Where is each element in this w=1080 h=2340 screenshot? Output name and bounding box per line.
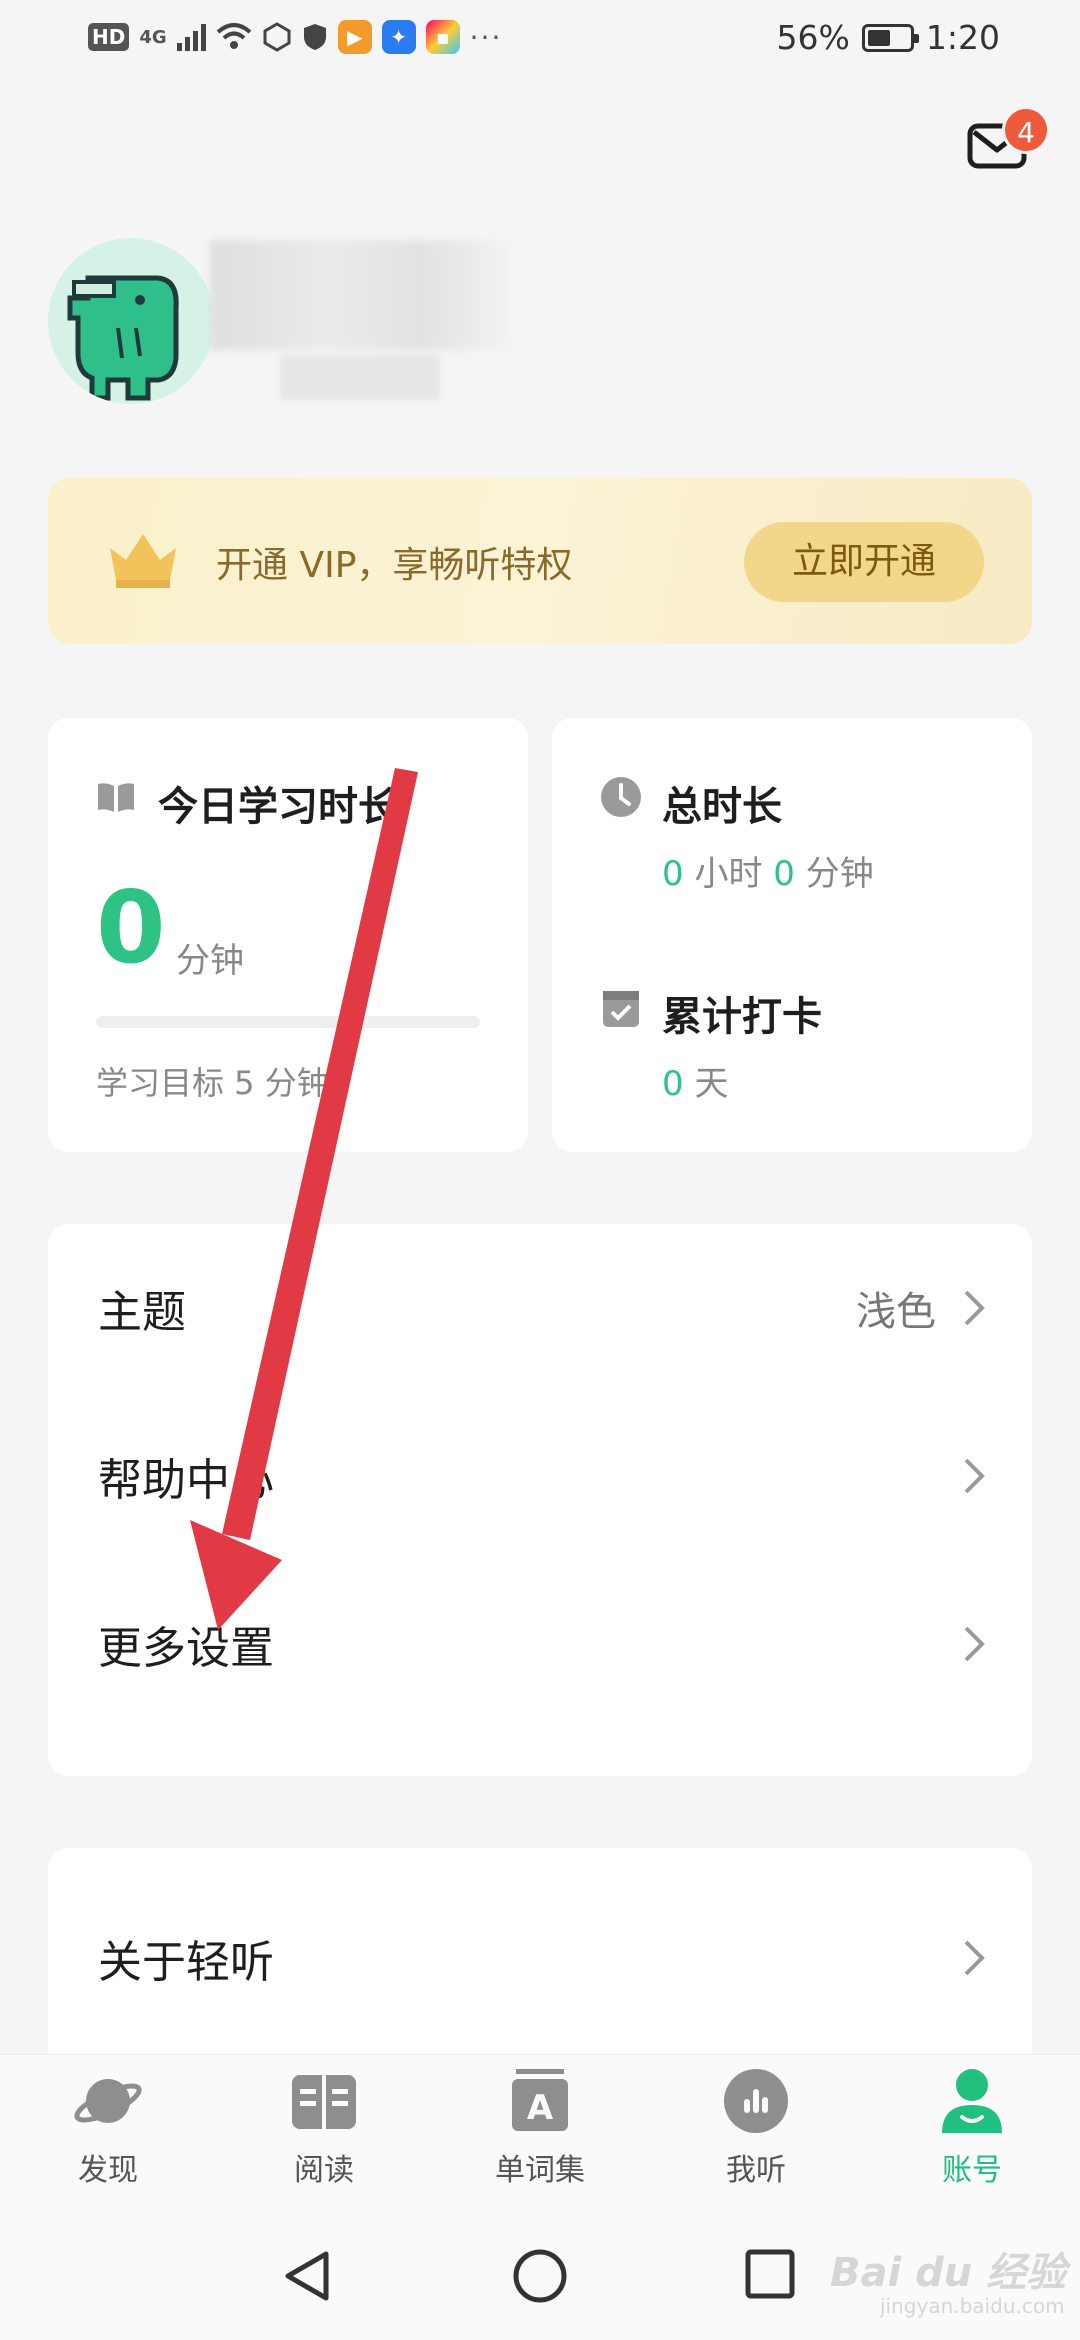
tab-my-listening[interactable]: 我听 bbox=[676, 2065, 836, 2189]
study-goal-text: 学习目标 5 分钟 bbox=[96, 1064, 329, 1102]
account-icon bbox=[942, 2069, 1002, 2133]
svg-text:A: A bbox=[527, 2088, 554, 2128]
total-stats-card[interactable]: 总时长 0 小时 0 分钟 累计打卡 0 天 bbox=[552, 718, 1032, 1152]
more-settings-label: 更多设置 bbox=[98, 1623, 274, 1674]
hours-unit: 小时 bbox=[694, 854, 763, 894]
status-bar: HD 4G ▶ ✦ ▪ ··· 56% 1:20 bbox=[0, 0, 1080, 90]
menu-item-about[interactable]: 关于轻听 bbox=[48, 1874, 1032, 2042]
battery-percent: 56% bbox=[776, 18, 850, 57]
crown-icon bbox=[110, 534, 176, 588]
baidu-watermark-url: jingyan.baidu.com bbox=[880, 2294, 1065, 2318]
checkin-unit: 天 bbox=[694, 1064, 729, 1104]
theme-label: 主题 bbox=[98, 1287, 186, 1338]
tab-label: 阅读 bbox=[294, 2153, 354, 2188]
status-left: HD 4G ▶ ✦ ▪ ··· bbox=[88, 20, 502, 54]
open-book-icon bbox=[98, 783, 134, 812]
chevron-right-icon bbox=[964, 1940, 985, 1976]
video-app-icon: ▶ bbox=[337, 20, 372, 54]
about-label: 关于轻听 bbox=[98, 1937, 274, 1988]
network-type: 4G bbox=[139, 26, 167, 48]
signal-icon bbox=[176, 23, 206, 51]
book-icon bbox=[292, 2075, 356, 2129]
clock: 1:20 bbox=[925, 18, 1000, 57]
status-right: 56% 1:20 bbox=[777, 18, 1000, 57]
chevron-right-icon bbox=[964, 1290, 985, 1326]
shield-icon bbox=[303, 24, 326, 50]
hd-indicator: HD bbox=[88, 23, 130, 51]
menu-item-theme[interactable]: 主题 浅色 bbox=[48, 1224, 1032, 1392]
help-center-label: 帮助中心 bbox=[98, 1455, 274, 1506]
vip-promo-text: 开通 VIP，享畅听特权 bbox=[216, 545, 573, 586]
chevron-right-icon bbox=[964, 1458, 985, 1494]
today-study-title: 今日学习时长 bbox=[158, 784, 398, 830]
checkin-title: 累计打卡 bbox=[662, 994, 822, 1040]
checkin-value: 0 天 bbox=[662, 1056, 728, 1105]
tab-read[interactable]: 阅读 bbox=[244, 2065, 404, 2189]
clock-icon bbox=[601, 777, 641, 817]
today-minutes-value: 0 bbox=[96, 869, 166, 986]
checkin-days: 0 bbox=[662, 1064, 684, 1104]
hand-icon bbox=[263, 22, 291, 52]
planet-icon bbox=[74, 2079, 142, 2123]
battery-icon bbox=[861, 23, 919, 52]
tab-label: 发现 bbox=[78, 2153, 138, 2188]
tab-label: 账号 bbox=[942, 2153, 1002, 2188]
open-vip-button[interactable]: 立即开通 bbox=[744, 522, 984, 602]
wifi-icon bbox=[216, 23, 251, 49]
avatar[interactable] bbox=[48, 238, 214, 404]
audio-bars-icon bbox=[724, 2069, 788, 2133]
calendar-check-icon bbox=[603, 991, 639, 1027]
tab-word-list[interactable]: A 单词集 bbox=[460, 2065, 620, 2189]
menu-item-more-settings[interactable]: 更多设置 bbox=[48, 1560, 1032, 1728]
today-study-card[interactable]: 今日学习时长 0 分钟 学习目标 5 分钟 bbox=[48, 718, 528, 1152]
baidu-watermark: Bai du 经验 bbox=[830, 2250, 1067, 2296]
total-duration-title: 总时长 bbox=[662, 784, 782, 830]
vip-banner[interactable]: 开通 VIP，享畅听特权 立即开通 bbox=[48, 478, 1032, 644]
chevron-right-icon bbox=[964, 1626, 985, 1662]
tab-discover[interactable]: 发现 bbox=[28, 2065, 188, 2189]
menu-item-help-center[interactable]: 帮助中心 bbox=[48, 1392, 1032, 1560]
total-duration-value: 0 小时 0 分钟 bbox=[662, 846, 874, 895]
dinosaur-avatar-icon bbox=[67, 275, 179, 401]
tab-label: 单词集 bbox=[495, 2153, 585, 2188]
study-goal-progress bbox=[96, 1016, 480, 1028]
bulb-app-icon: ✦ bbox=[381, 20, 416, 54]
home-icon[interactable] bbox=[512, 2248, 568, 2304]
back-icon[interactable] bbox=[280, 2248, 334, 2304]
tab-label: 我听 bbox=[726, 2153, 786, 2188]
settings-menu-card: 主题 浅色 帮助中心 更多设置 bbox=[48, 1224, 1032, 1776]
recents-icon[interactable] bbox=[744, 2248, 796, 2300]
today-minutes-unit: 分钟 bbox=[176, 941, 244, 981]
bottom-tab-bar: 发现 阅读 A 单词集 我听 账号 bbox=[0, 2054, 1080, 2210]
brush-app-icon: ▪ bbox=[425, 20, 460, 54]
theme-value: 浅色 bbox=[856, 1289, 936, 1335]
minutes-unit: 分钟 bbox=[805, 854, 874, 894]
tab-account[interactable]: 账号 bbox=[892, 2065, 1052, 2189]
total-hours: 0 bbox=[662, 854, 684, 894]
user-id-redacted bbox=[280, 355, 440, 400]
more-notifications-icon: ··· bbox=[469, 20, 503, 54]
about-card: 关于轻听 bbox=[48, 1848, 1032, 2068]
message-count-badge: 4 bbox=[1002, 106, 1050, 154]
word-book-icon: A bbox=[512, 2069, 568, 2131]
username-redacted bbox=[210, 240, 510, 350]
total-minutes: 0 bbox=[773, 854, 795, 894]
